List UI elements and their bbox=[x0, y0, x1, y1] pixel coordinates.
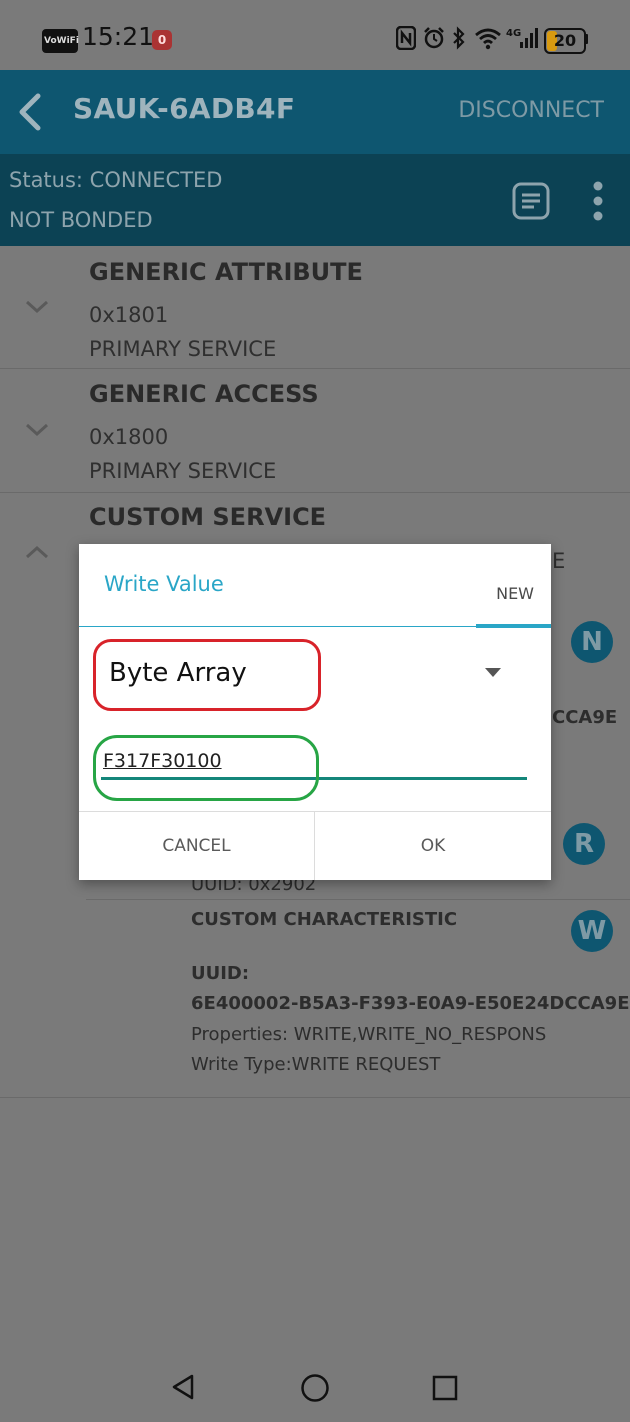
bluetooth-icon bbox=[453, 26, 465, 50]
nav-home-icon[interactable] bbox=[300, 1373, 330, 1403]
battery-tip bbox=[585, 34, 588, 44]
connection-status-bar: Status: CONNECTED NOT BONDED bbox=[0, 154, 630, 246]
svg-text:4G: 4G bbox=[506, 28, 521, 39]
chevron-up-icon bbox=[25, 545, 49, 559]
cancel-button[interactable]: CANCEL bbox=[79, 812, 314, 880]
status-time: 15:21 bbox=[82, 22, 155, 51]
service-name: GENERIC ATTRIBUTE bbox=[89, 258, 363, 286]
app-toolbar: SAUK-6ADB4F DISCONNECT bbox=[0, 70, 630, 154]
screen: VoWiFi 15:21 0 4G 20 SAUK-6ADB4F DISCONN… bbox=[0, 0, 630, 1422]
characteristic-properties: Properties: WRITE,WRITE_NO_RESPONS bbox=[191, 1024, 547, 1045]
tab-new[interactable]: NEW bbox=[496, 584, 534, 603]
disconnect-button[interactable]: DISCONNECT bbox=[458, 98, 604, 123]
service-uuid-partial: E bbox=[552, 549, 566, 573]
characteristic-divider bbox=[86, 899, 630, 900]
write-button[interactable]: W bbox=[571, 910, 613, 952]
characteristic-write-type: Write Type:WRITE REQUEST bbox=[191, 1054, 441, 1075]
log-icon[interactable] bbox=[511, 181, 551, 221]
connection-status: Status: CONNECTED bbox=[9, 168, 223, 192]
tab-indicator bbox=[476, 624, 551, 628]
characteristic-name: CUSTOM CHARACTERISTIC bbox=[191, 909, 458, 930]
nav-back-icon[interactable] bbox=[170, 1373, 196, 1401]
nav-recents-icon[interactable] bbox=[432, 1375, 458, 1401]
service-name: GENERIC ACCESS bbox=[89, 380, 319, 408]
chevron-down-icon bbox=[25, 300, 49, 314]
annotation-red-circle bbox=[93, 639, 321, 711]
service-name: CUSTOM SERVICE bbox=[89, 503, 327, 531]
service-uuid: 0x1801 bbox=[89, 303, 169, 327]
dropdown-arrow-icon[interactable] bbox=[485, 668, 501, 677]
dialog-title: Write Value bbox=[104, 572, 224, 596]
service-item-generic-attribute[interactable]: GENERIC ATTRIBUTE 0x1801 PRIMARY SERVICE bbox=[0, 246, 630, 369]
chevron-down-icon bbox=[25, 423, 49, 437]
navigation-bar bbox=[0, 1340, 630, 1422]
alarm-icon bbox=[424, 27, 444, 49]
service-type: PRIMARY SERVICE bbox=[89, 459, 277, 483]
ok-button[interactable]: OK bbox=[315, 812, 551, 880]
service-item-generic-access[interactable]: GENERIC ACCESS 0x1800 PRIMARY SERVICE bbox=[0, 369, 630, 493]
more-vert-icon[interactable] bbox=[588, 178, 608, 224]
characteristic-uuid-partial: CCA9E bbox=[552, 707, 618, 728]
service-uuid: 0x1800 bbox=[89, 425, 169, 449]
battery-level: 20 bbox=[553, 31, 577, 50]
notify-button[interactable]: N bbox=[571, 621, 613, 663]
write-value-dialog: Write Value NEW Byte Array F317F30100 CA… bbox=[79, 544, 551, 880]
characteristic-uuid-label: UUID: bbox=[191, 963, 250, 984]
service-type: PRIMARY SERVICE bbox=[89, 337, 277, 361]
battery-icon: 20 bbox=[544, 28, 586, 54]
characteristic-uuid: 6E400002-B5A3-F393-E0A9-E50E24DCCA9E bbox=[191, 993, 630, 1014]
annotation-green-circle bbox=[93, 735, 319, 801]
bond-status: NOT BONDED bbox=[9, 208, 153, 232]
nfc-icon bbox=[396, 26, 416, 50]
vowifi-icon: VoWiFi bbox=[42, 29, 79, 53]
read-button[interactable]: R bbox=[563, 823, 605, 865]
status-bar: VoWiFi 15:21 0 4G 20 bbox=[0, 0, 630, 70]
device-title: SAUK-6ADB4F bbox=[73, 92, 296, 125]
notification-badge: 0 bbox=[152, 30, 172, 50]
cellular-signal-icon: 4G bbox=[506, 28, 538, 48]
wifi-icon bbox=[475, 28, 501, 50]
back-arrow-icon[interactable] bbox=[12, 90, 52, 134]
